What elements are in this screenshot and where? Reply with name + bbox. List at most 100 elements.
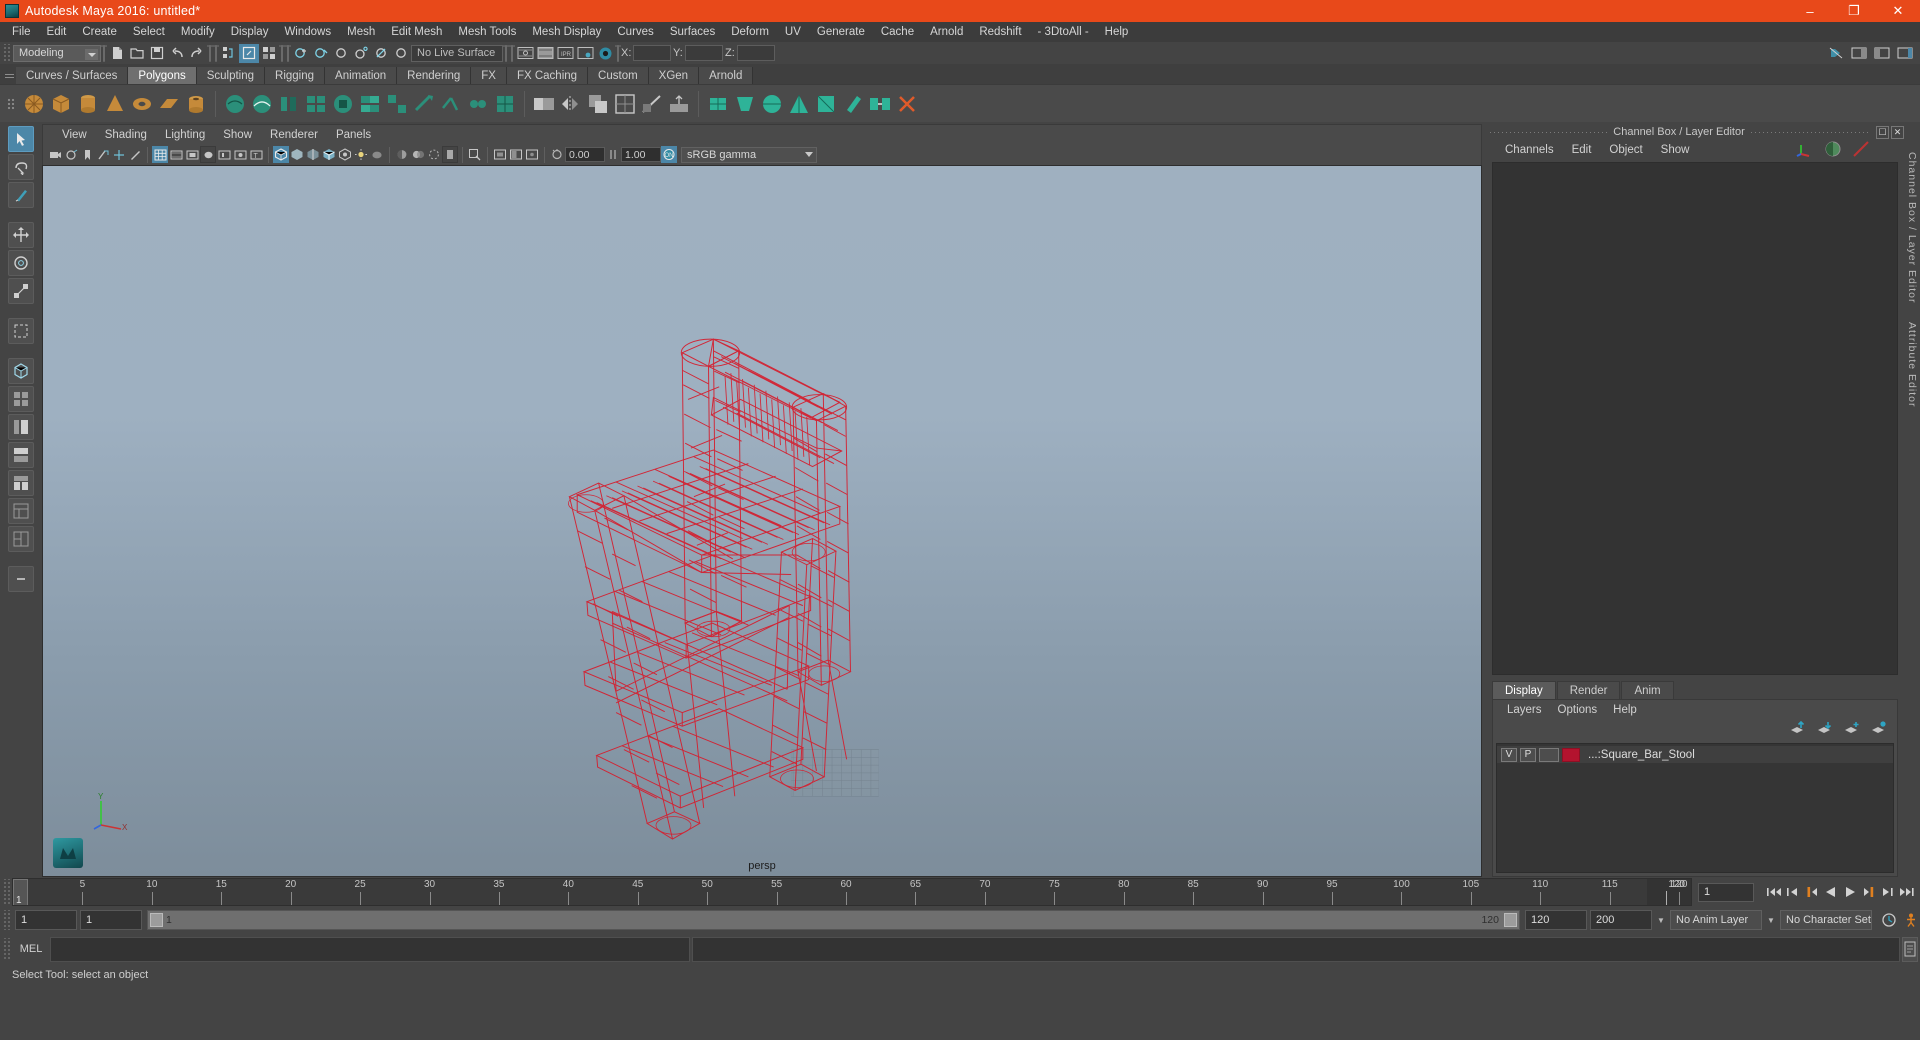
resolution-gate-icon[interactable] <box>184 146 200 163</box>
menu-item-surfaces[interactable]: Surfaces <box>662 23 723 41</box>
shelf-tab-sculpting[interactable]: Sculpting <box>196 67 266 84</box>
go-to-start-button[interactable] <box>1764 881 1783 903</box>
view-cube-layout-single[interactable] <box>8 358 34 384</box>
animation-preferences-button[interactable] <box>1879 909 1898 931</box>
snap-to-curve-button[interactable] <box>311 44 331 63</box>
menu-set-selector[interactable]: Modeling <box>13 44 101 62</box>
snap-to-view-plane-button[interactable] <box>371 44 391 63</box>
y-input[interactable] <box>685 45 723 61</box>
menu-item-mesh-display[interactable]: Mesh Display <box>524 23 609 41</box>
animation-end-time-field[interactable]: 200 <box>1590 910 1652 930</box>
bevel-tool-icon[interactable] <box>303 91 329 117</box>
character-set-selector[interactable]: No Character Set <box>1780 910 1872 930</box>
range-handle-right[interactable] <box>1504 913 1517 927</box>
show-hide-render-view-button[interactable] <box>515 44 535 63</box>
lasso-tool[interactable] <box>8 154 34 180</box>
bookmark-icon[interactable] <box>79 146 95 163</box>
menu-item-redshift[interactable]: Redshift <box>971 23 1029 41</box>
viewport-menu-renderer[interactable]: Renderer <box>261 128 327 142</box>
xray-mode-icon[interactable] <box>492 146 508 163</box>
polygon-sphere-icon[interactable] <box>21 91 47 117</box>
status-line-gripper[interactable] <box>2 44 11 62</box>
move-tool[interactable] <box>8 222 34 248</box>
anim-layer-selector[interactable]: No Anim Layer <box>1670 910 1762 930</box>
new-layer-icon[interactable] <box>1844 721 1860 740</box>
xray-active-components-icon[interactable] <box>508 146 524 163</box>
separate-tool-icon[interactable] <box>384 91 410 117</box>
menu-item-select[interactable]: Select <box>125 23 173 41</box>
playback-start-time-field[interactable]: 1 <box>80 910 142 930</box>
show-hide-tool-settings-button[interactable] <box>1872 44 1892 63</box>
cleanup-icon[interactable] <box>894 91 920 117</box>
viewport-menu-show[interactable]: Show <box>214 128 261 142</box>
smooth-mesh-icon[interactable] <box>759 91 785 117</box>
x-input[interactable] <box>633 45 671 61</box>
new-scene-button[interactable] <box>107 44 127 63</box>
image-plane-icon[interactable] <box>95 146 111 163</box>
wireframe-on-shaded-icon[interactable] <box>321 146 337 163</box>
select-hierarchy-button[interactable] <box>219 44 239 63</box>
step-back-key-button[interactable] <box>1802 881 1821 903</box>
reduce-mesh-icon[interactable] <box>732 91 758 117</box>
range-handle-left[interactable] <box>150 913 163 927</box>
go-to-end-button[interactable] <box>1897 881 1916 903</box>
smooth-shade-selected-icon[interactable] <box>305 146 321 163</box>
multi-sample-aa-icon[interactable] <box>426 146 442 163</box>
layer-list[interactable]: V P ...:Square_Bar_Stool <box>1496 743 1894 873</box>
paint-weights-icon[interactable] <box>840 91 866 117</box>
gate-mask-icon[interactable] <box>200 146 216 163</box>
step-forward-key-button[interactable] <box>1859 881 1878 903</box>
layer-type-swatch[interactable] <box>1539 747 1559 762</box>
layout-more-button[interactable] <box>8 566 34 592</box>
maximize-button[interactable]: ❐ <box>1832 0 1876 22</box>
layer-menu-options[interactable]: Options <box>1550 703 1606 717</box>
menu-item-display[interactable]: Display <box>223 23 277 41</box>
menu-item-create[interactable]: Create <box>74 23 125 41</box>
minimize-button[interactable]: – <box>1788 0 1832 22</box>
polygon-pipe-icon[interactable] <box>183 91 209 117</box>
show-hide-modeling-toolkit-button[interactable] <box>1826 44 1846 63</box>
gamma-input[interactable]: 1.00 <box>621 147 661 162</box>
use-all-lights-icon[interactable] <box>353 146 369 163</box>
menu-item-help[interactable]: Help <box>1097 23 1137 41</box>
polygon-cylinder-icon[interactable] <box>75 91 101 117</box>
shelf-tab-animation[interactable]: Animation <box>325 67 398 84</box>
extrude-tool-icon[interactable] <box>276 91 302 117</box>
step-back-frame-button[interactable] <box>1783 881 1802 903</box>
menu-item-edit-mesh[interactable]: Edit Mesh <box>383 23 450 41</box>
quad-draw-icon[interactable] <box>492 91 518 117</box>
grid-toggle-icon[interactable] <box>152 146 168 163</box>
shelf-tab-rendering[interactable]: Rendering <box>397 67 472 84</box>
range-slider-gripper[interactable] <box>2 910 12 930</box>
menu-item-3dtoall[interactable]: - 3DtoAll - <box>1030 23 1097 41</box>
viewport-menu-view[interactable]: View <box>53 128 96 142</box>
z-input[interactable] <box>737 45 775 61</box>
playback-end-time-field[interactable]: 120 <box>1525 910 1587 930</box>
undock-panel-button[interactable]: ☐ <box>1876 125 1889 139</box>
move-layer-down-icon[interactable] <box>1817 721 1833 740</box>
exposure-reset-icon[interactable] <box>549 146 565 163</box>
mesh-smooth-preview-icon[interactable] <box>705 91 731 117</box>
show-hide-attribute-editor-button[interactable] <box>1849 44 1869 63</box>
select-camera-icon[interactable] <box>47 146 63 163</box>
motion-blur-icon[interactable] <box>410 146 426 163</box>
ipr-render-button[interactable]: IPR <box>555 44 575 63</box>
isolate-select-icon[interactable] <box>467 146 483 163</box>
script-editor-button[interactable] <box>1902 936 1918 962</box>
step-forward-frame-button[interactable] <box>1878 881 1897 903</box>
transfer-attributes-icon[interactable] <box>867 91 893 117</box>
shelf-tab-arnold[interactable]: Arnold <box>699 67 754 84</box>
open-scene-button[interactable] <box>127 44 147 63</box>
play-forwards-button[interactable] <box>1840 881 1859 903</box>
exposure-display-icon[interactable] <box>216 146 232 163</box>
snap-to-projected-center-button[interactable] <box>351 44 371 63</box>
layer-row[interactable]: V P ...:Square_Bar_Stool <box>1497 746 1893 763</box>
snap-to-point-button[interactable] <box>331 44 351 63</box>
menu-item-windows[interactable]: Windows <box>276 23 339 41</box>
side-tab-attribute-editor[interactable]: Attribute Editor <box>1906 322 1918 407</box>
character-set-chevron-icon[interactable]: ▼ <box>1765 916 1777 925</box>
duplicate-special-icon[interactable] <box>585 91 611 117</box>
paint-select-tool[interactable] <box>8 182 34 208</box>
film-gate-icon[interactable] <box>168 146 184 163</box>
menu-item-generate[interactable]: Generate <box>809 23 873 41</box>
